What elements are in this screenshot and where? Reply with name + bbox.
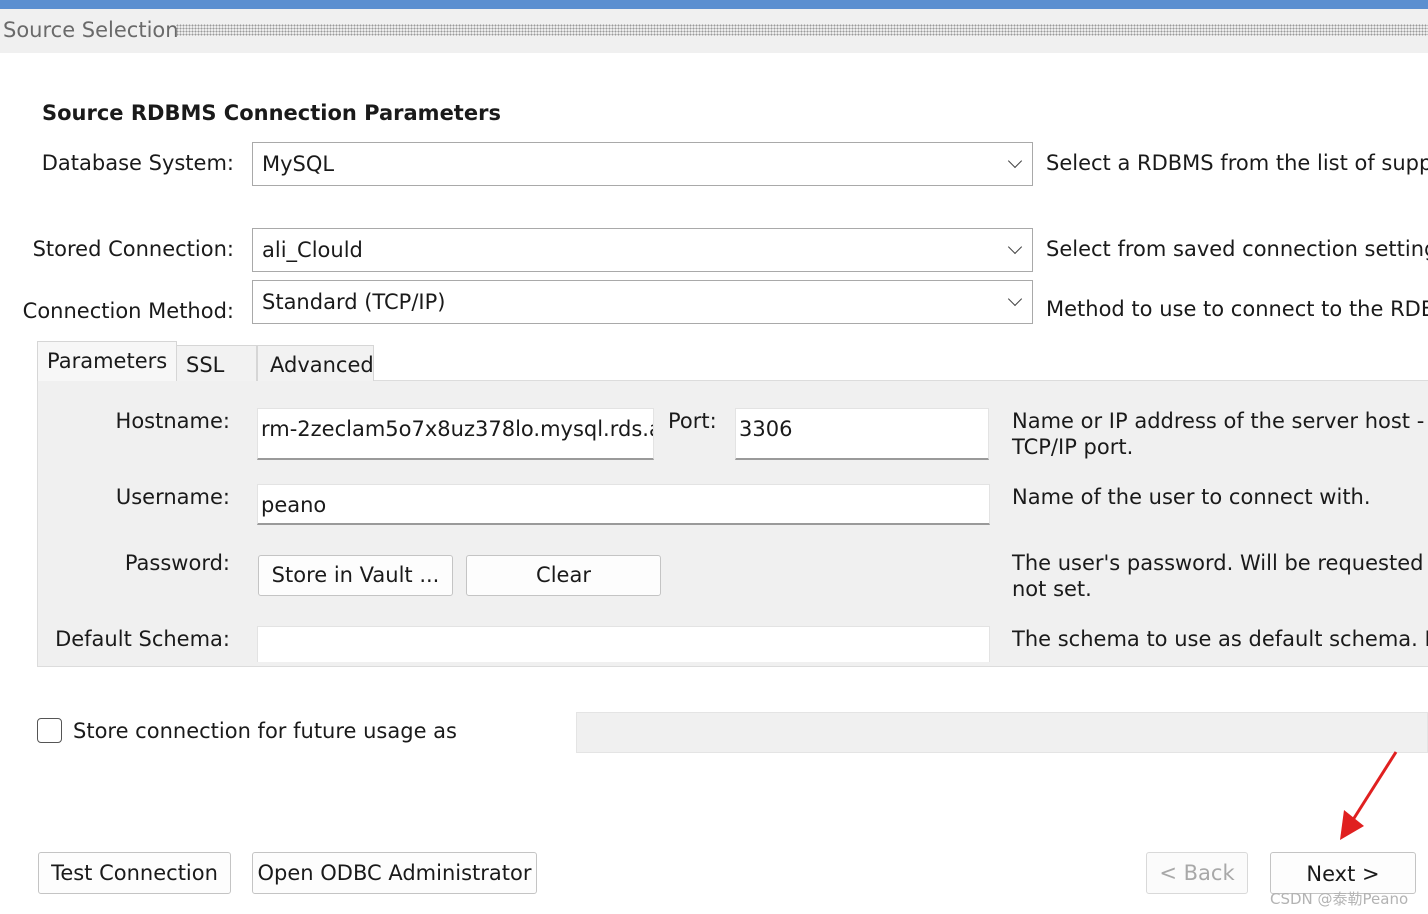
section-header: Source Selection bbox=[3, 18, 179, 42]
username-label: Username: bbox=[115, 485, 230, 509]
port-label: Port: bbox=[668, 409, 717, 433]
tab-ssl[interactable]: SSL bbox=[176, 345, 257, 381]
store-in-vault-button[interactable]: Store in Vault ... bbox=[258, 555, 453, 596]
connection-method-value: Standard (TCP/IP) bbox=[262, 290, 446, 314]
password-label: Password: bbox=[124, 551, 230, 575]
database-system-label: Database System: bbox=[41, 151, 234, 175]
hostname-help-line1: Name or IP address of the server host - … bbox=[1012, 409, 1428, 433]
connection-method-select[interactable]: Standard (TCP/IP) bbox=[252, 280, 1033, 324]
section-title: Source RDBMS Connection Parameters bbox=[42, 101, 501, 125]
password-help-line1: The user's password. Will be requested l… bbox=[1012, 551, 1428, 575]
store-connection-name-input[interactable] bbox=[576, 712, 1428, 753]
username-input[interactable]: peano bbox=[257, 484, 990, 525]
section-header-dots bbox=[176, 24, 1428, 36]
stored-connection-select[interactable]: ali_Clould bbox=[252, 228, 1033, 272]
default-schema-help: The schema to use as default schema. Lea… bbox=[1012, 627, 1428, 651]
annotation-arrow-icon bbox=[1340, 751, 1398, 840]
stored-connection-help: Select from saved connection settings bbox=[1046, 237, 1428, 261]
stored-connection-value: ali_Clould bbox=[262, 238, 363, 262]
hostname-label: Hostname: bbox=[115, 409, 230, 433]
store-connection-checkbox[interactable] bbox=[37, 718, 62, 743]
tab-advanced[interactable]: Advanced bbox=[257, 345, 374, 381]
test-connection-button[interactable]: Test Connection bbox=[38, 852, 231, 894]
connection-method-help: Method to use to connect to the RDBMS bbox=[1046, 297, 1428, 321]
store-connection-label: Store connection for future usage as bbox=[73, 719, 457, 743]
hostname-help-line2: TCP/IP port. bbox=[1012, 435, 1134, 459]
default-schema-label: Default Schema: bbox=[55, 627, 230, 651]
database-system-value: MySQL bbox=[262, 152, 335, 176]
back-button[interactable]: < Back bbox=[1146, 852, 1248, 894]
connection-method-label: Connection Method: bbox=[22, 299, 234, 323]
default-schema-input[interactable] bbox=[257, 626, 990, 662]
database-system-select[interactable]: MySQL bbox=[252, 142, 1033, 186]
username-help: Name of the user to connect with. bbox=[1012, 485, 1371, 509]
tab-parameters[interactable]: Parameters bbox=[37, 341, 177, 381]
watermark: CSDN @泰勒Peano bbox=[1270, 890, 1409, 908]
port-input[interactable]: 3306 bbox=[735, 408, 989, 460]
password-help-line2: not set. bbox=[1012, 577, 1092, 601]
stored-connection-label: Stored Connection: bbox=[32, 237, 234, 261]
chevron-down-icon bbox=[1007, 239, 1023, 255]
hostname-input[interactable]: rm-2zeclam5o7x8uz378lo.mysql.rds.aliyu bbox=[257, 408, 654, 460]
window-title-bar bbox=[0, 0, 1428, 9]
database-system-help: Select a RDBMS from the list of supporte bbox=[1046, 151, 1428, 175]
open-odbc-administrator-button[interactable]: Open ODBC Administrator bbox=[252, 852, 537, 894]
chevron-down-icon bbox=[1007, 291, 1023, 307]
chevron-down-icon bbox=[1007, 153, 1023, 169]
clear-password-button[interactable]: Clear bbox=[466, 555, 661, 596]
